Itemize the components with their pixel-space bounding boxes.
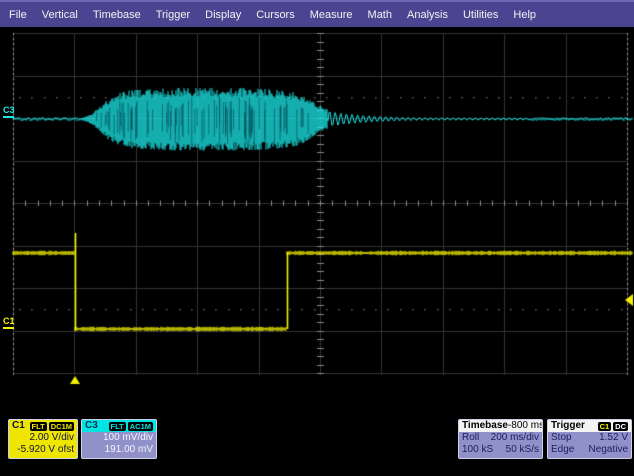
c1-level-marker (3, 327, 14, 329)
menu-item-trigger[interactable]: Trigger (156, 9, 190, 21)
c3-box-label: C3 (85, 420, 98, 432)
menu-item-math[interactable]: Math (368, 9, 392, 21)
timebase-rate: 50 kS/s (506, 444, 539, 456)
trigger-slope: Negative (589, 444, 628, 456)
trigger-level: 1.52 V (599, 432, 628, 444)
menu-bar: File Vertical Timebase Trigger Display C… (0, 0, 634, 27)
menu-item-help[interactable]: Help (513, 9, 536, 21)
menu-item-analysis[interactable]: Analysis (407, 9, 448, 21)
menu-item-measure[interactable]: Measure (310, 9, 353, 21)
c3-trace-label: C3 (3, 105, 15, 115)
c3-coupling-badge: AC1M (128, 422, 153, 431)
timebase-samples: 100 kS (462, 444, 493, 456)
menu-item-utilities[interactable]: Utilities (463, 9, 498, 21)
c1-trace-label: C1 (3, 316, 15, 326)
menu-item-timebase[interactable]: Timebase (93, 9, 141, 21)
trigger-title: Trigger (551, 420, 585, 432)
c1-box-label: C1 (12, 420, 25, 432)
trigger-type: Edge (551, 444, 574, 456)
waveform-display[interactable] (0, 0, 634, 476)
c3-descriptor-box[interactable]: C3 FLT AC1M 100 mV/div 191.00 mV (81, 419, 157, 459)
trigger-mode: Stop (551, 432, 572, 444)
c1-scale: 2.00 V/div (12, 432, 74, 444)
c1-filter-badge: FLT (30, 422, 47, 431)
c3-offset: 191.00 mV (85, 444, 153, 456)
c1-coupling-badge: DC1M (49, 422, 74, 431)
trigger-source-badge: C1 (598, 422, 612, 431)
c1-offset: -5.920 V ofst (12, 444, 74, 456)
c1-trace-indicator: C1 (3, 317, 15, 329)
menu-item-vertical[interactable]: Vertical (42, 9, 78, 21)
c3-trace-indicator: C3 (3, 106, 15, 118)
trigger-coupling-badge: DC (613, 422, 628, 431)
timebase-title: Timebase (462, 420, 508, 432)
menu-item-file[interactable]: File (9, 9, 27, 21)
c3-scale: 100 mV/div (85, 432, 153, 444)
c3-level-marker (3, 116, 14, 118)
oscilloscope-screen: File Vertical Timebase Trigger Display C… (0, 0, 634, 476)
timebase-scale: 200 ms/div (491, 432, 539, 444)
timebase-delay: -800 ms (508, 420, 543, 432)
c1-descriptor-box[interactable]: C1 FLT DC1M 2.00 V/div -5.920 V ofst (8, 419, 78, 459)
timebase-mode: Roll (462, 432, 479, 444)
menu-item-display[interactable]: Display (205, 9, 241, 21)
menu-item-cursors[interactable]: Cursors (256, 9, 295, 21)
timebase-box[interactable]: Timebase -800 ms Roll 200 ms/div 100 kS … (458, 419, 543, 459)
trigger-box[interactable]: Trigger C1 DC Stop 1.52 V Edge Negative (547, 419, 632, 459)
c3-filter-badge: FLT (109, 422, 126, 431)
